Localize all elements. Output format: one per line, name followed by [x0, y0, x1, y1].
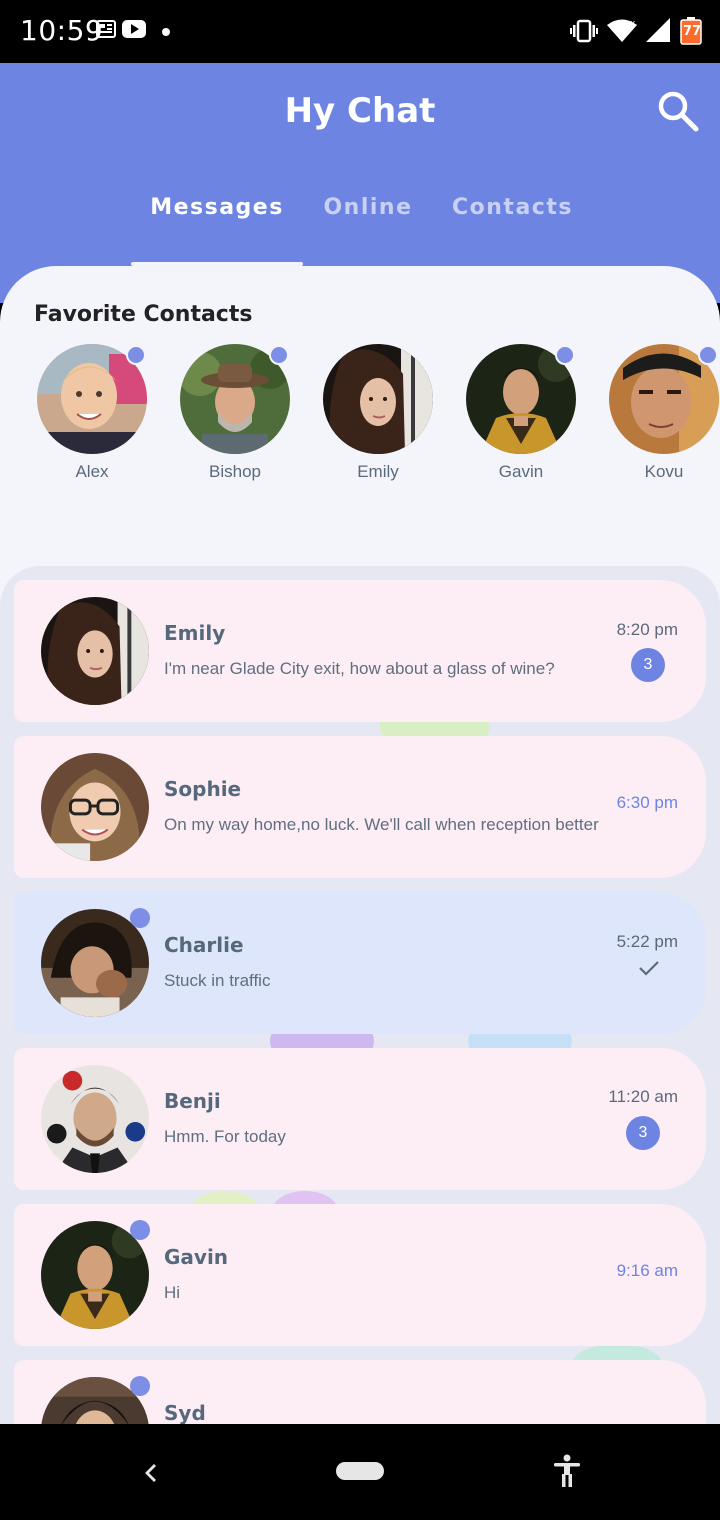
chat-time: 5:22 pm: [616, 932, 678, 951]
favorites-title: Favorite Contacts: [34, 302, 253, 327]
chat-time: 11:20 am: [608, 1087, 678, 1106]
favorite-name: Kovu: [644, 462, 684, 481]
system-nav-bar: [0, 1424, 720, 1520]
avatar: [41, 1065, 149, 1173]
main-sheet: Favorite Contacts Alex Bishop Emily Gavi…: [0, 266, 720, 1426]
chat-last-message: Stuck in traffic: [164, 971, 271, 990]
chat-name: Sophie: [164, 777, 242, 801]
news-icon: [96, 19, 116, 44]
favorite-name: Alex: [75, 462, 109, 481]
tab-online[interactable]: Online: [320, 195, 416, 245]
online-indicator: [555, 345, 575, 365]
favorite-name: Bishop: [209, 462, 261, 481]
battery-level: 77: [683, 24, 702, 39]
chat-item-emily[interactable]: Emily I'm near Glade City exit, how abou…: [14, 580, 706, 722]
chat-name: Charlie: [164, 933, 244, 957]
favorites-row: Alex Bishop Emily Gavin Kovu: [0, 344, 720, 494]
chat-name: Gavin: [164, 1245, 229, 1269]
chat-time: 9:16 am: [616, 1261, 678, 1280]
chat-item-gavin[interactable]: Gavin Hi 9:16 am: [14, 1204, 706, 1346]
status-left-icons: [96, 19, 170, 44]
dot-icon: [162, 23, 170, 41]
accessibility-icon: [554, 1454, 580, 1487]
search-button[interactable]: [652, 85, 704, 137]
signal-icon: [646, 18, 672, 49]
chat-time: 6:30 pm: [616, 793, 678, 812]
wifi-icon: x: [606, 18, 638, 49]
accessibility-button[interactable]: [550, 1454, 584, 1488]
unread-badge: 3: [626, 1116, 660, 1150]
online-indicator: [698, 345, 718, 365]
status-time: 10:59: [20, 14, 104, 47]
app-title: Hy Chat: [284, 91, 436, 131]
vibrate-icon: [570, 19, 598, 48]
online-indicator: [130, 908, 150, 928]
chat-name: Syd: [164, 1401, 206, 1425]
avatar: [41, 753, 149, 861]
status-right-icons: x 77: [570, 17, 702, 50]
online-indicator: [130, 1220, 150, 1240]
chat-list[interactable]: Emily I'm near Glade City exit, how abou…: [0, 566, 720, 1426]
avatar: [323, 344, 433, 454]
svg-text:x: x: [630, 19, 636, 29]
read-check-icon: [638, 960, 660, 981]
tab-bar: Messages Online Contacts: [0, 183, 720, 267]
home-pill-button[interactable]: [336, 1462, 384, 1480]
chat-last-message: On my way home,no luck. We'll call when …: [164, 815, 599, 834]
back-button[interactable]: [134, 1456, 168, 1490]
tab-messages[interactable]: Messages: [150, 195, 284, 245]
chat-last-message: Hmm. For today: [164, 1127, 286, 1146]
favorite-name: Emily: [357, 462, 399, 481]
online-indicator: [126, 345, 146, 365]
chat-last-message: I'm near Glade City exit, how about a gl…: [164, 659, 555, 678]
chat-item-syd[interactable]: Syd: [14, 1360, 706, 1426]
avatar: [41, 597, 149, 705]
unread-badge: 3: [631, 648, 665, 682]
chat-item-charlie[interactable]: Charlie Stuck in traffic 5:22 pm: [14, 892, 706, 1034]
chat-last-message: Hi: [164, 1283, 181, 1302]
youtube-icon: [122, 20, 146, 43]
favorite-name: Gavin: [498, 462, 544, 481]
chat-time: 8:20 pm: [616, 620, 678, 639]
back-icon: [145, 1464, 156, 1482]
chat-item-benji[interactable]: Benji Hmm. For today 11:20 am 3: [14, 1048, 706, 1190]
tab-contacts[interactable]: Contacts: [452, 195, 571, 245]
online-indicator: [130, 1376, 150, 1396]
chat-name: Emily: [164, 621, 226, 645]
status-bar: 10:59 x 77: [0, 0, 720, 63]
online-indicator: [269, 345, 289, 365]
battery-icon: 77: [680, 17, 702, 50]
chat-name: Benji: [164, 1089, 221, 1113]
chat-item-sophie[interactable]: Sophie On my way home,no luck. We'll cal…: [14, 736, 706, 878]
search-icon: [658, 91, 699, 132]
